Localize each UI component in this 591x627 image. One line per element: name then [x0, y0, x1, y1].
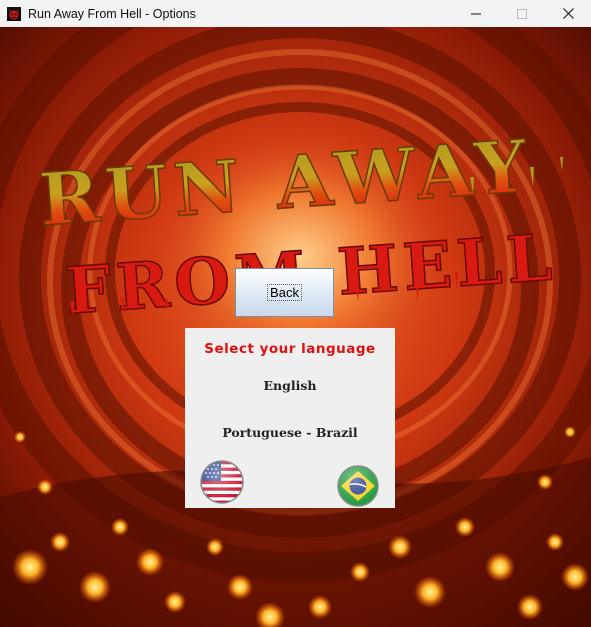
language-panel: Select your language English Portuguese … — [185, 328, 395, 508]
minimize-icon — [471, 13, 481, 14]
us-flag-icon[interactable] — [199, 459, 245, 505]
devil-app-icon — [7, 6, 21, 21]
back-button[interactable]: Back — [235, 268, 334, 317]
minimize-button[interactable] — [453, 0, 499, 27]
language-option-portuguese-brazil[interactable]: Portuguese - Brazil — [185, 425, 395, 440]
brazil-flag-icon[interactable] — [336, 464, 380, 508]
close-button[interactable] — [545, 0, 591, 27]
maximize-button[interactable] — [499, 0, 545, 27]
maximize-icon — [517, 8, 527, 19]
title-bar: Run Away From Hell - Options — [0, 0, 591, 27]
back-button-label: Back — [267, 284, 302, 301]
window-title: Run Away From Hell - Options — [28, 6, 196, 21]
game-window: Run Away From Hell - Options RUN AWAY FR… — [0, 0, 591, 627]
language-panel-title: Select your language — [204, 341, 376, 357]
close-icon — [562, 8, 574, 19]
window-controls — [453, 0, 591, 27]
language-option-english[interactable]: English — [185, 378, 395, 393]
hell-cave-background: RUN AWAY FROM HELL — [0, 27, 591, 627]
